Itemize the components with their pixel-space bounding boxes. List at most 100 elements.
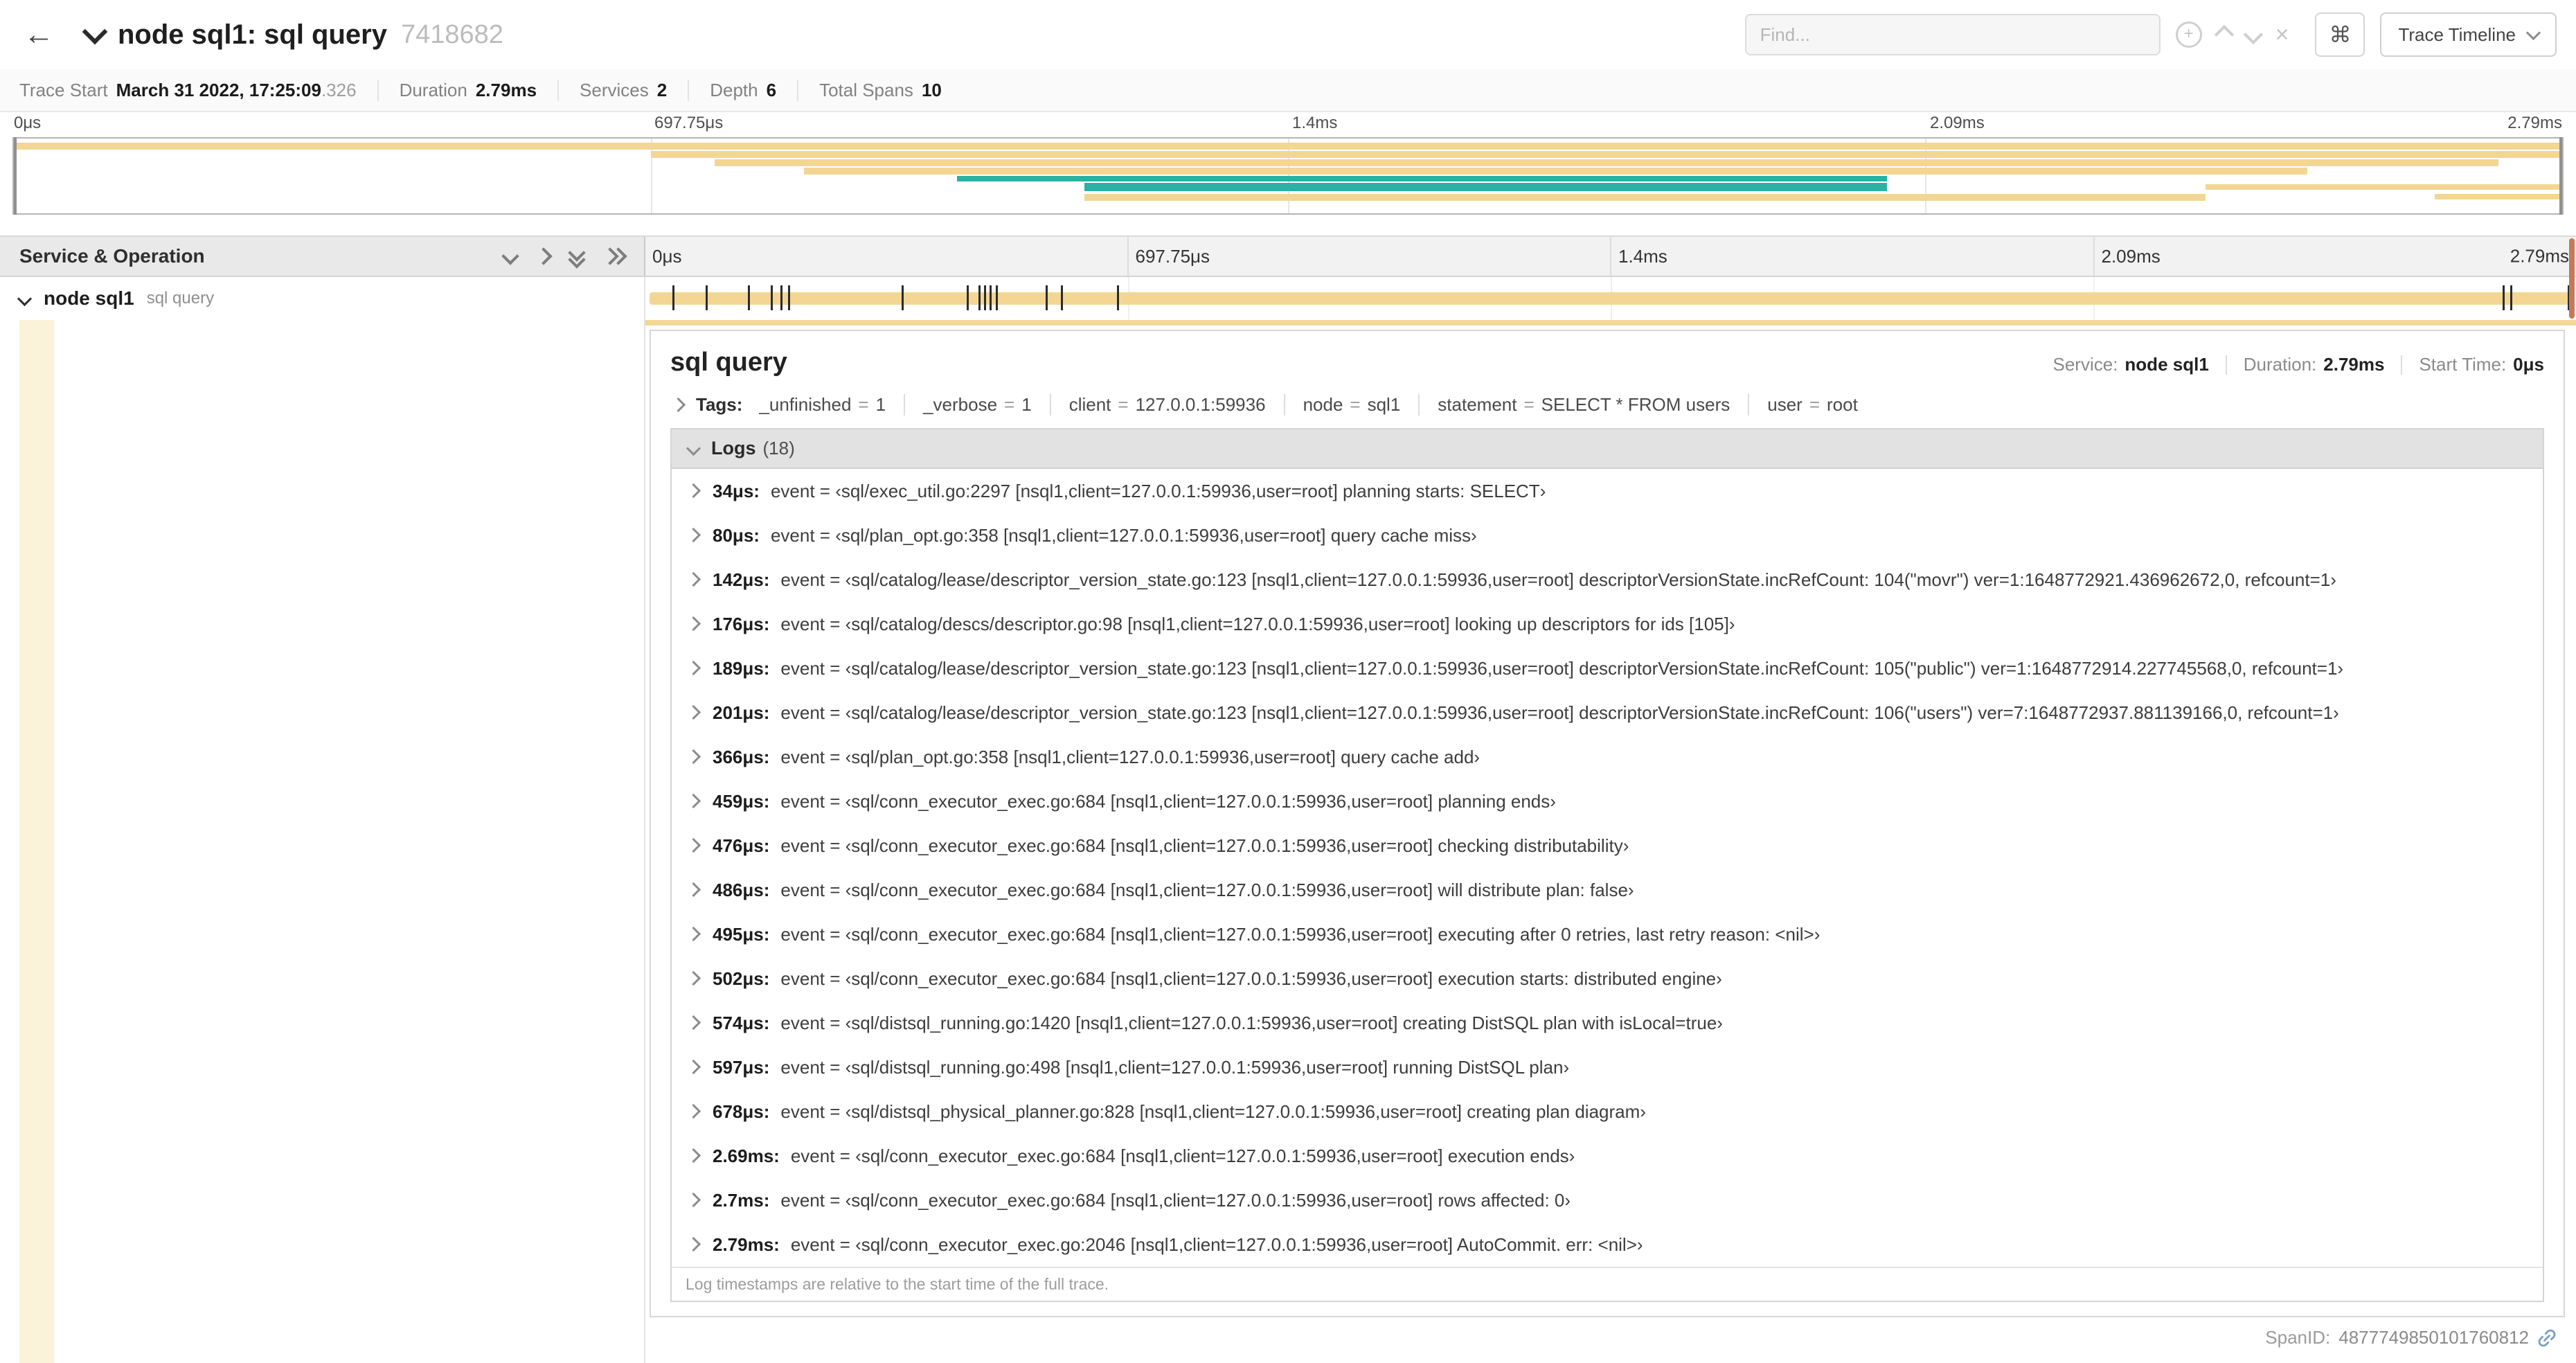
find-input[interactable] [1744, 14, 2161, 55]
span-collapse-chevron-icon[interactable] [17, 291, 33, 306]
log-tick [672, 285, 675, 310]
tag-equals: = [858, 394, 869, 415]
span-id-label: SpanID: [2265, 1327, 2331, 1348]
chevron-right-icon [686, 571, 701, 587]
log-row[interactable]: 502μs: event = ‹sql/conn_executor_exec.g… [672, 956, 2543, 1001]
log-timestamp: 189μs: [713, 658, 770, 679]
clear-search-icon[interactable]: × [2275, 23, 2289, 46]
log-row[interactable]: 597μs: event = ‹sql/distsql_running.go:4… [672, 1045, 2543, 1089]
log-tick [1116, 285, 1119, 310]
span-name-column [0, 320, 645, 1363]
axis-tick-label: 0μs [652, 245, 682, 267]
log-row[interactable]: 80μs: event = ‹sql/plan_opt.go:358 [nsql… [672, 513, 2543, 558]
expand-one-icon[interactable] [535, 247, 553, 265]
trace-summary-bar: Trace Start March 31 2022, 17:25:09 .326… [0, 69, 2576, 112]
detail-header: sql query Service: node sql1 Duration: 2… [670, 339, 2544, 390]
trace-title: node sql1: sql query [118, 19, 387, 50]
log-row[interactable]: 486μs: event = ‹sql/conn_executor_exec.g… [672, 868, 2543, 912]
tag-key: user [1767, 394, 1803, 415]
minimap-span-bar [651, 151, 2562, 158]
log-tick [780, 285, 782, 310]
tag-equals: = [1118, 394, 1129, 415]
chevron-right-icon [686, 882, 701, 898]
log-row[interactable]: 574μs: event = ‹sql/distsql_running.go:1… [672, 1001, 2543, 1045]
log-timestamp: 2.79ms: [713, 1234, 780, 1255]
duration-value: 2.79ms [2323, 354, 2385, 375]
scrollbar-thumb[interactable] [2569, 238, 2575, 319]
log-message: event = ‹sql/conn_executor_exec.go:684 [… [780, 968, 1722, 989]
minimap-span-bar [14, 143, 2562, 150]
top-bar: ← node sql1: sql query 7418682 + × ⌘ Tra… [0, 0, 2576, 71]
log-message: event = ‹sql/exec_util.go:2297 [nsql1,cl… [770, 481, 1546, 501]
prev-result-icon[interactable] [2214, 24, 2234, 45]
summary-label: Total Spans [819, 79, 913, 100]
tag-value: 1 [1021, 394, 1032, 415]
logs-list: 34μs: event = ‹sql/exec_util.go:2297 [ns… [672, 469, 2543, 1267]
chevron-right-icon [686, 616, 701, 632]
tags-row[interactable]: Tags: _unfinished = 1 _verbose = 1 clien… [670, 390, 2544, 428]
next-result-icon[interactable] [2243, 24, 2263, 45]
tag-value: SELECT * FROM users [1541, 394, 1730, 415]
locate-icon[interactable]: + [2175, 21, 2202, 48]
log-row[interactable]: 201μs: event = ‹sql/catalog/lease/descri… [672, 691, 2543, 735]
minimap-span-bar [715, 159, 2498, 166]
log-timestamp: 574μs: [713, 1013, 770, 1033]
span-log-ticks [650, 277, 2572, 320]
tag-key: statement [1438, 394, 1517, 415]
logs-count: (18) [762, 438, 795, 458]
log-message: event = ‹sql/catalog/lease/descriptor_ve… [780, 658, 2344, 679]
log-row[interactable]: 678μs: event = ‹sql/distsql_physical_pla… [672, 1089, 2543, 1134]
log-row[interactable]: 142μs: event = ‹sql/catalog/lease/descri… [672, 558, 2543, 602]
log-row[interactable]: 2.79ms: event = ‹sql/conn_executor_exec.… [672, 1222, 2543, 1267]
keyboard-shortcuts-button[interactable]: ⌘ [2315, 12, 2365, 57]
tag-value: 127.0.0.1:59936 [1135, 394, 1266, 415]
log-timestamp: 678μs: [713, 1101, 770, 1122]
log-tick [787, 285, 790, 310]
log-message: event = ‹sql/catalog/descs/descriptor.go… [780, 614, 1735, 634]
log-timestamp: 459μs: [713, 791, 770, 812]
log-row[interactable]: 2.7ms: event = ‹sql/conn_executor_exec.g… [672, 1178, 2543, 1222]
log-row[interactable]: 34μs: event = ‹sql/exec_util.go:2297 [ns… [672, 469, 2543, 513]
log-row[interactable]: 366μs: event = ‹sql/plan_opt.go:358 [nsq… [672, 735, 2543, 779]
logs-header[interactable]: Logs (18) [672, 429, 2543, 469]
log-row[interactable]: 189μs: event = ‹sql/catalog/lease/descri… [672, 646, 2543, 691]
span-color-band [19, 320, 54, 1363]
expand-all-icon[interactable] [601, 247, 627, 265]
span-timeline-cell[interactable] [645, 277, 2576, 320]
back-button[interactable]: ← [11, 7, 66, 62]
log-message: event = ‹sql/conn_executor_exec.go:2046 … [790, 1234, 1643, 1255]
span-name-cell[interactable]: node sql1 sql query [0, 277, 645, 320]
trace-minimap[interactable] [12, 137, 2564, 215]
chevron-right-icon [686, 1148, 701, 1164]
tag-key: _verbose [923, 394, 998, 415]
axis-tick-label: 1.4ms [1618, 245, 1667, 267]
log-row[interactable]: 476μs: event = ‹sql/conn_executor_exec.g… [672, 823, 2543, 868]
start-time-value: 0μs [2513, 354, 2544, 375]
collapse-one-icon[interactable] [501, 247, 519, 265]
log-row[interactable]: 459μs: event = ‹sql/conn_executor_exec.g… [672, 779, 2543, 823]
log-message: event = ‹sql/plan_opt.go:358 [nsql1,clie… [780, 747, 1481, 767]
log-row[interactable]: 2.69ms: event = ‹sql/conn_executor_exec.… [672, 1134, 2543, 1178]
log-tick [984, 285, 987, 310]
chevron-right-icon [686, 970, 701, 986]
minimap-right-scrubber[interactable] [2559, 137, 2562, 215]
log-row[interactable]: 176μs: event = ‹sql/catalog/descs/descri… [672, 602, 2543, 646]
chevron-down-icon [2525, 25, 2541, 40]
chevron-down-icon [686, 440, 701, 456]
log-row[interactable]: 495μs: event = ‹sql/conn_executor_exec.g… [672, 912, 2543, 956]
link-icon[interactable] [2537, 1328, 2557, 1348]
collapse-all-icon[interactable] [568, 244, 586, 269]
chevron-right-icon [686, 704, 701, 720]
tag-equals: = [1809, 394, 1821, 415]
view-selector-button[interactable]: Trace Timeline [2380, 12, 2557, 57]
service-operation-header: Service & Operation [0, 237, 645, 276]
trace-collapse-chevron-icon[interactable] [82, 19, 108, 45]
axis-tick-label: 2.79ms [2507, 114, 2562, 132]
log-message: event = ‹sql/conn_executor_exec.go:684 [… [790, 1146, 1575, 1166]
summary-item: Services 2 [557, 79, 667, 101]
minimap-left-scrubber[interactable] [14, 137, 17, 215]
chevron-right-icon [686, 1103, 701, 1119]
span-service-name: node sql1 [44, 287, 134, 309]
summary-value: 2.79ms [475, 79, 537, 100]
chevron-right-icon [686, 527, 701, 543]
